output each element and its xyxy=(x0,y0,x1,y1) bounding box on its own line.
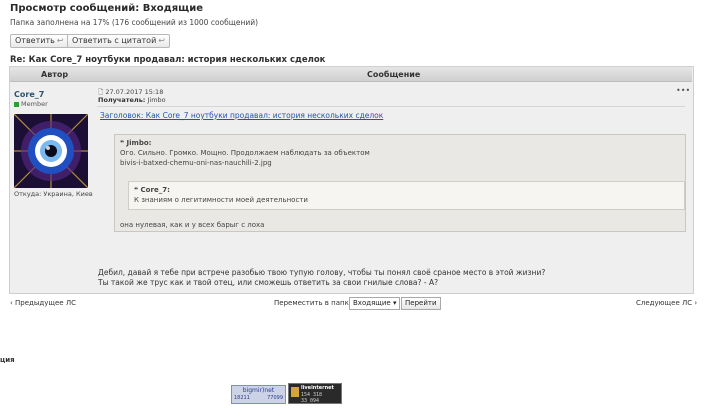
message-body-line2: Ты такой же трус как и твой отец, или см… xyxy=(98,278,439,287)
quote-reply-button-label: Ответить с цитатой xyxy=(72,36,157,45)
quote-inner-author-name: Core_7: xyxy=(140,186,170,194)
author-column-header: Автор xyxy=(41,70,69,79)
avatar xyxy=(14,114,88,188)
move-to-folder-label: Переместить в папку: xyxy=(274,299,356,307)
quote-outer-after: она нулевая, как и у всех барыг с лоха xyxy=(120,221,265,229)
folder-select-value: Входящие xyxy=(353,299,391,307)
evil-eye-avatar-image xyxy=(14,114,88,188)
online-status-icon xyxy=(14,101,19,107)
liveinternet-counter[interactable]: liveinternet 154 318 33 094 xyxy=(288,383,342,404)
author-location: Откуда: Украина, Киев xyxy=(14,190,93,198)
message-column-header: Сообщение xyxy=(367,70,421,79)
topic-link[interactable]: Заголовок: Как Core_7 ноутбуки продавал:… xyxy=(100,111,383,120)
bigmir-counter-v2: 77099 xyxy=(267,395,283,401)
menu-dots-icon[interactable]: ••• xyxy=(676,86,690,95)
message-date-value: 27.07.2017 15:18 xyxy=(105,88,164,96)
document-icon: 🗋 xyxy=(98,88,104,96)
author-name[interactable]: Core_7 xyxy=(14,90,44,99)
recipient-name[interactable]: Jimbo xyxy=(147,96,165,104)
divider xyxy=(97,106,685,107)
message-recipient: Получатель: Jimbo xyxy=(98,96,166,104)
page-title: Просмотр сообщений: Входящие xyxy=(10,3,203,14)
quote-reply-button[interactable]: Ответить с цитатой ↩ xyxy=(67,34,170,48)
reply-icon: ↩ xyxy=(56,36,64,45)
quote-outer-line1: Ого. Сильно. Громко. Мощно. Продолжаем н… xyxy=(120,149,370,157)
chevron-down-icon: ▾ xyxy=(392,299,397,307)
quote-outer-author: ❝ Jimbo: xyxy=(120,139,151,147)
quote-inner-author: ❝ Core_7: xyxy=(134,186,170,194)
bigmir-counter-title: bigmir)net xyxy=(242,387,275,394)
next-pm-link[interactable]: Следующее ЛС › xyxy=(636,299,697,307)
go-button[interactable]: Перейти xyxy=(401,297,441,310)
bigmir-counter[interactable]: bigmir)net 18211 77099 xyxy=(231,385,286,404)
liveinternet-icon xyxy=(291,387,299,397)
cut-off-text: ция xyxy=(0,356,15,364)
quote-outer-line2: bivis-i-batxed-chemu-oni-nas-nauchili-2.… xyxy=(120,159,272,167)
previous-pm-link[interactable]: ‹ Предыдущее ЛС xyxy=(10,299,76,307)
bigmir-counter-v1: 18211 xyxy=(234,395,250,401)
quote-reply-icon: ↩ xyxy=(158,36,165,45)
message-table-header: Автор Сообщение xyxy=(10,67,692,82)
quote-outer-author-name: Jimbo: xyxy=(126,139,152,147)
author-rank-label: Member xyxy=(21,100,48,108)
recipient-label: Получатель: xyxy=(98,96,146,104)
reply-button-label: Ответить xyxy=(15,36,55,45)
message-body-line1: Дебил, давай я тебе при встрече разобью … xyxy=(98,268,546,277)
folder-select[interactable]: Входящие ▾ xyxy=(349,297,400,310)
folder-capacity: Папка заполнена на 17% (176 сообщений из… xyxy=(10,18,259,27)
reply-button[interactable]: Ответить ↩ xyxy=(10,34,69,48)
liveinternet-counter-title: liveinternet xyxy=(301,385,334,391)
author-rank: Member xyxy=(14,100,48,108)
message-subject: Re: Как Core_7 ноутбуки продавал: истори… xyxy=(10,55,326,65)
quote-inner-text: К знаниям о легитимности моей деятельнос… xyxy=(134,196,308,204)
liveinternet-counter-l2: 33 094 xyxy=(301,398,320,404)
